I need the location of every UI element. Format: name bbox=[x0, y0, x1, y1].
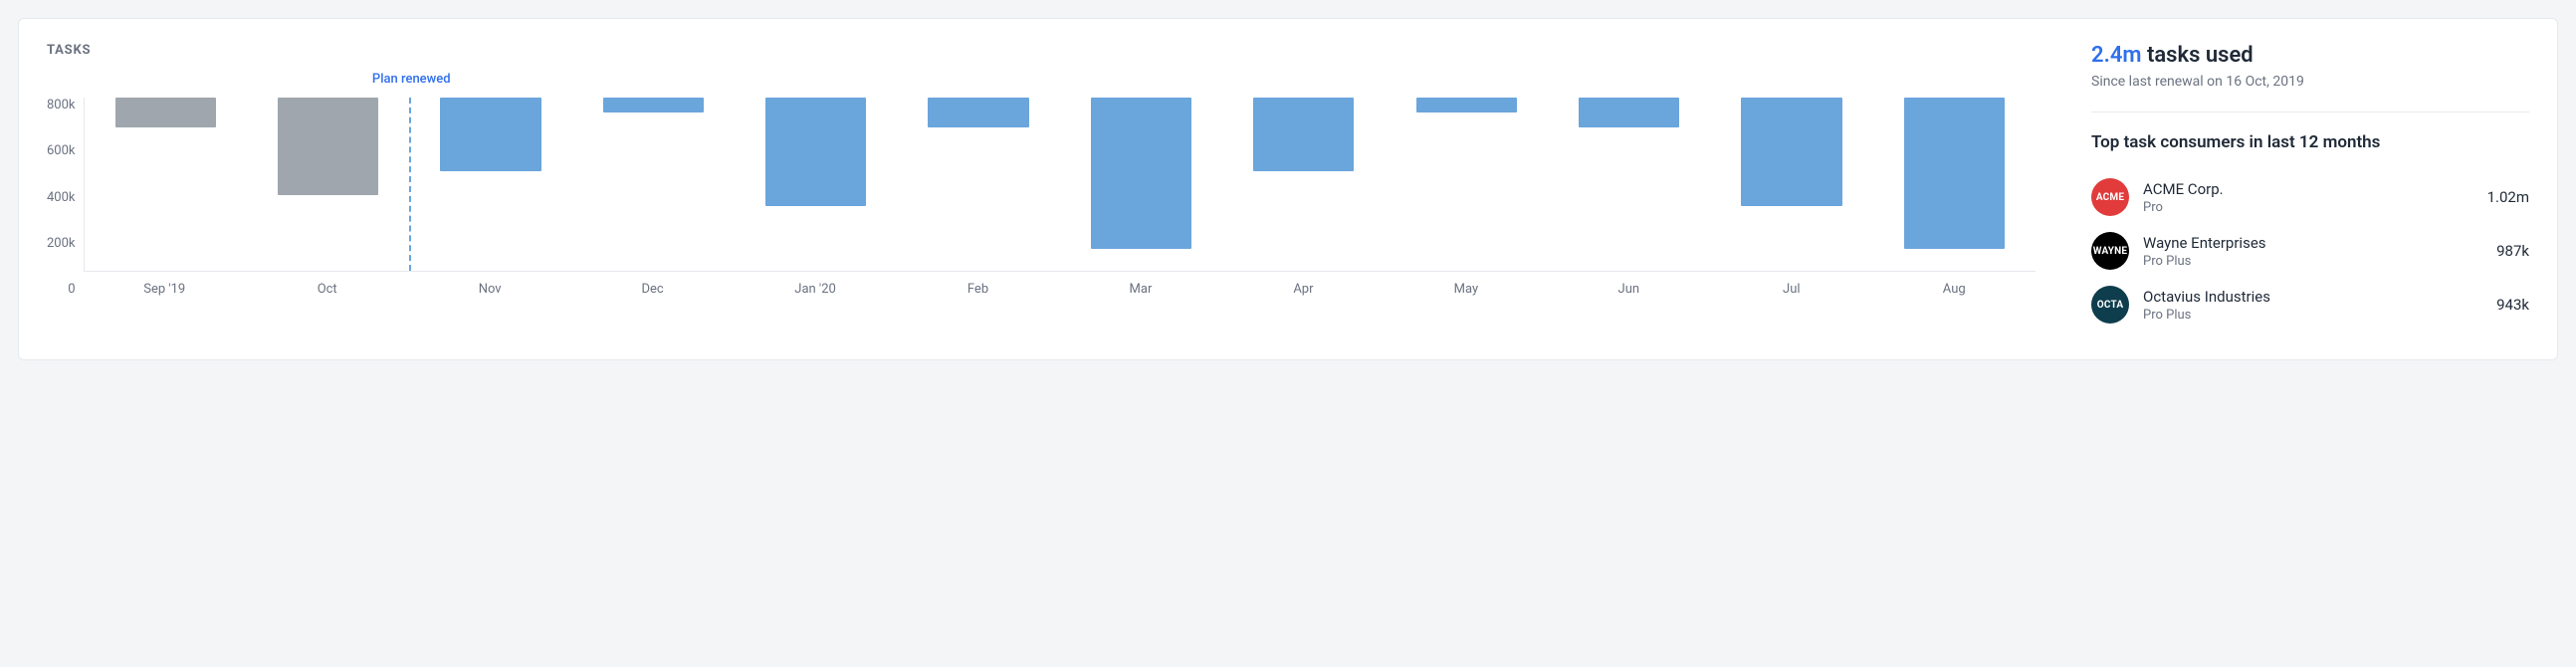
bar bbox=[765, 98, 866, 206]
bar bbox=[115, 98, 216, 127]
consumer-plan: Pro bbox=[2143, 200, 2473, 215]
avatar: Octa bbox=[2091, 286, 2129, 324]
x-tick: Oct bbox=[246, 282, 408, 297]
bar-column bbox=[85, 98, 247, 271]
bar-column bbox=[247, 98, 409, 271]
divider bbox=[2091, 111, 2529, 112]
tasks-used-label: tasks used bbox=[2147, 43, 2254, 68]
consumer-meta: Wayne Enterprises Pro Plus bbox=[2143, 234, 2482, 269]
bar-column bbox=[897, 98, 1059, 271]
y-tick: 800k bbox=[47, 98, 76, 112]
bar-column bbox=[1222, 98, 1385, 271]
x-tick: Aug bbox=[1873, 282, 2036, 297]
y-tick: 200k bbox=[47, 236, 76, 251]
tasks-card: TASKS 0 200k 400k 600k 800k Plan renewed Sep… bbox=[18, 18, 2558, 360]
tasks-used-headline: 2.4m tasks used bbox=[2091, 43, 2529, 68]
bar bbox=[1579, 98, 1679, 127]
bar-column bbox=[1548, 98, 1710, 271]
x-tick: Sep '19 bbox=[84, 282, 246, 297]
bar bbox=[1904, 98, 2005, 249]
consumer-value: 1.02m bbox=[2487, 188, 2529, 206]
x-tick: Mar bbox=[1059, 282, 1221, 297]
consumer-plan: Pro Plus bbox=[2143, 308, 2482, 323]
bar-plot: Plan renewed bbox=[84, 98, 2036, 272]
y-axis: 0 200k 400k 600k 800k bbox=[47, 98, 84, 297]
bar bbox=[278, 98, 378, 195]
tasks-used-subtext: Since last renewal on 16 Oct, 2019 bbox=[2091, 74, 2529, 90]
bar-column bbox=[1710, 98, 1872, 271]
bar-column bbox=[572, 98, 735, 271]
consumer-row: Wayne Wayne Enterprises Pro Plus 987k bbox=[2091, 224, 2529, 278]
consumer-value: 987k bbox=[2496, 242, 2529, 260]
bar bbox=[603, 98, 704, 112]
bar-column bbox=[1873, 98, 2036, 271]
x-tick: Jan '20 bbox=[734, 282, 896, 297]
consumer-name: Wayne Enterprises bbox=[2143, 234, 2482, 252]
bar-column bbox=[1060, 98, 1222, 271]
chart-title: TASKS bbox=[47, 43, 2036, 58]
y-tick: 600k bbox=[47, 143, 76, 158]
x-tick: Nov bbox=[408, 282, 570, 297]
x-axis: Sep '19OctNovDecJan '20FebMarAprMayJunJu… bbox=[84, 272, 2036, 297]
consumer-name: Octavius Industries bbox=[2143, 288, 2482, 306]
bar-column bbox=[735, 98, 897, 271]
x-tick: Feb bbox=[897, 282, 1059, 297]
x-tick: Jul bbox=[1710, 282, 1872, 297]
x-tick: Dec bbox=[571, 282, 734, 297]
bar bbox=[1091, 98, 1191, 249]
bar-column bbox=[409, 98, 571, 271]
plan-renewed-label: Plan renewed bbox=[372, 72, 451, 87]
tasks-used-value: 2.4m bbox=[2091, 43, 2142, 68]
bar bbox=[440, 98, 540, 171]
top-consumers-heading: Top task consumers in last 12 months bbox=[2091, 132, 2529, 152]
top-consumers-list: ACME ACME Corp. Pro 1.02m Wayne Wayne Enterpr… bbox=[2091, 170, 2529, 332]
consumer-row: ACME ACME Corp. Pro 1.02m bbox=[2091, 170, 2529, 224]
chart-pane: TASKS 0 200k 400k 600k 800k Plan renewed Sep… bbox=[47, 43, 2036, 332]
x-tick: Jun bbox=[1548, 282, 1710, 297]
chart-area: 0 200k 400k 600k 800k Plan renewed Sep '19Oc… bbox=[47, 98, 2036, 297]
consumer-plan: Pro Plus bbox=[2143, 254, 2482, 269]
avatar: Wayne bbox=[2091, 232, 2129, 270]
bar bbox=[1741, 98, 1841, 206]
consumer-meta: ACME Corp. Pro bbox=[2143, 180, 2473, 215]
summary-pane: 2.4m tasks used Since last renewal on 16… bbox=[2091, 43, 2529, 332]
avatar: ACME bbox=[2091, 178, 2129, 216]
y-tick: 400k bbox=[47, 190, 76, 205]
bar bbox=[1253, 98, 1354, 171]
bar bbox=[928, 98, 1028, 127]
consumer-value: 943k bbox=[2496, 296, 2529, 314]
x-tick: Apr bbox=[1222, 282, 1385, 297]
bar bbox=[1416, 98, 1517, 112]
consumer-name: ACME Corp. bbox=[2143, 180, 2473, 198]
consumer-meta: Octavius Industries Pro Plus bbox=[2143, 288, 2482, 323]
bar-column bbox=[1386, 98, 1548, 271]
consumer-row: Octa Octavius Industries Pro Plus 943k bbox=[2091, 278, 2529, 332]
y-tick: 0 bbox=[68, 282, 75, 297]
x-tick: May bbox=[1385, 282, 1547, 297]
